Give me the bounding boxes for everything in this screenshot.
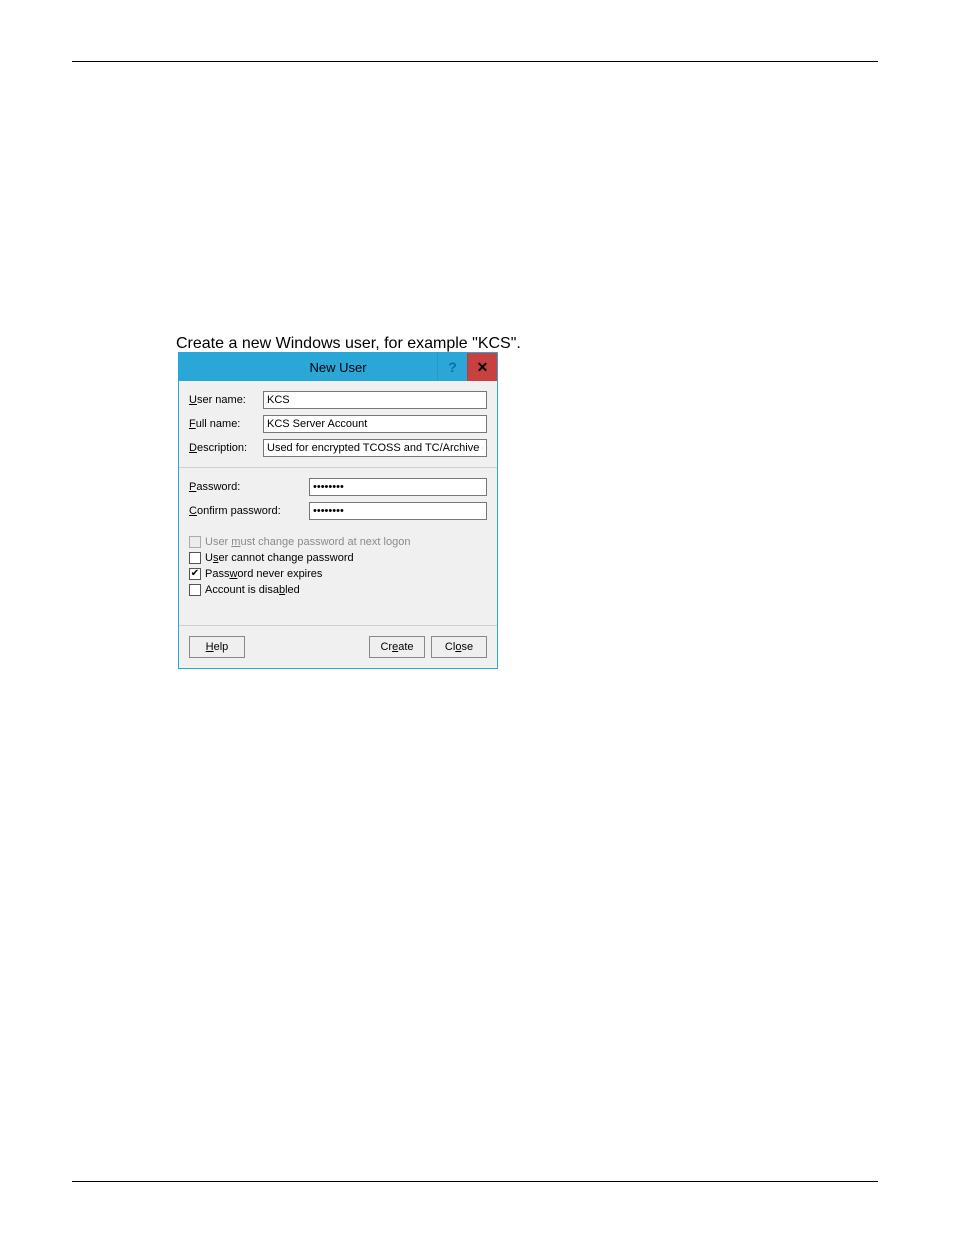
must-change-checkbox [189, 536, 201, 548]
fullname-input[interactable] [263, 415, 487, 433]
fullname-label: Full name: [189, 418, 263, 430]
caption-text: Create a new Windows user, for example "… [176, 335, 521, 353]
help-icon[interactable]: ? [437, 353, 467, 381]
close-icon[interactable]: ✕ [467, 353, 497, 381]
divider [179, 467, 497, 468]
dialog-body: User name: Full name: Description: Passw… [179, 381, 497, 596]
username-label: User name: [189, 394, 263, 406]
description-label: Description: [189, 442, 263, 454]
account-disabled-checkbox[interactable] [189, 584, 201, 596]
button-bar: Help Create Close [179, 625, 497, 668]
password-label: Password: [189, 481, 309, 493]
titlebar: New User ? ✕ [179, 353, 497, 381]
never-expires-label: Password never expires [205, 568, 322, 580]
new-user-dialog: New User ? ✕ User name: Full name: Descr… [178, 352, 498, 669]
never-expires-checkbox[interactable]: ✔ [189, 568, 201, 580]
help-button[interactable]: Help [189, 636, 245, 658]
page-header-rule [72, 61, 878, 62]
cannot-change-label: User cannot change password [205, 552, 354, 564]
description-input[interactable] [263, 439, 487, 457]
confirm-password-input[interactable] [309, 502, 487, 520]
must-change-label: User must change password at next logon [205, 536, 410, 548]
page-footer-rule [72, 1181, 878, 1182]
account-disabled-label: Account is disabled [205, 584, 300, 596]
confirm-password-label: Confirm password: [189, 505, 309, 517]
cannot-change-checkbox[interactable] [189, 552, 201, 564]
checkmark-icon: ✔ [191, 569, 199, 579]
password-input[interactable] [309, 478, 487, 496]
create-button[interactable]: Create [369, 636, 425, 658]
close-button[interactable]: Close [431, 636, 487, 658]
username-input[interactable] [263, 391, 487, 409]
